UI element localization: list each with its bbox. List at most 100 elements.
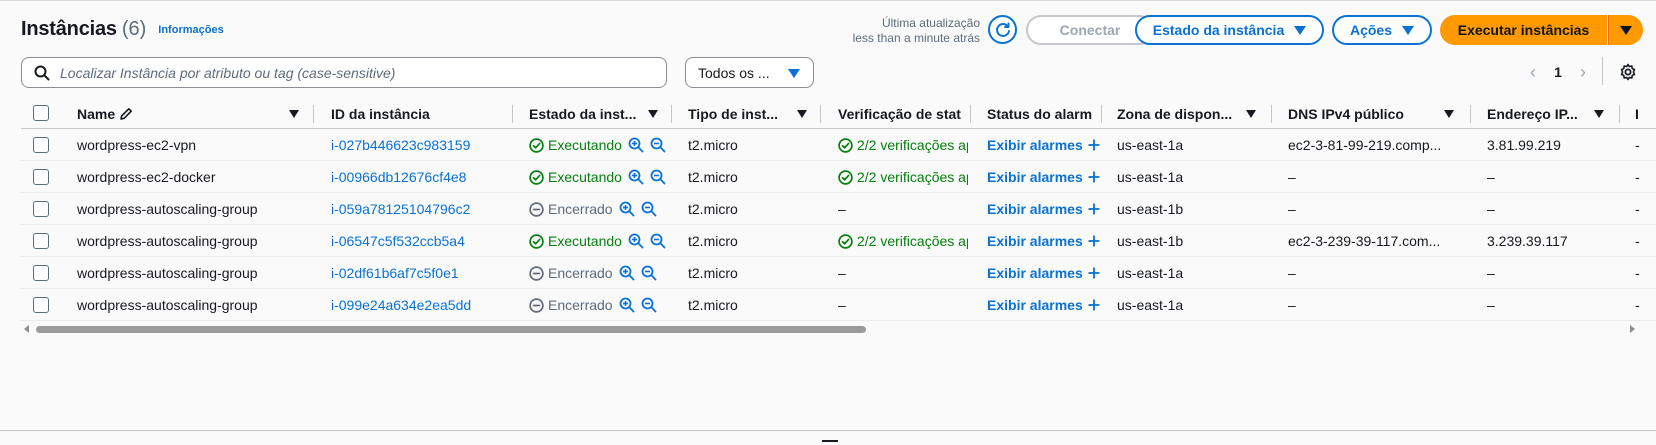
- actions-button[interactable]: Ações: [1332, 15, 1432, 45]
- column-header-alarm[interactable]: Status do alarm: [987, 98, 1107, 129]
- cell-alarm[interactable]: Exibir alarmes: [987, 193, 1112, 225]
- sort-caret-icon[interactable]: [1594, 110, 1604, 118]
- column-header-extra[interactable]: I: [1635, 98, 1647, 129]
- zoom-out-icon[interactable]: [650, 233, 666, 249]
- cell-alarm[interactable]: Exibir alarmes: [987, 225, 1112, 257]
- cell-instance-id[interactable]: i-059a78125104796c2: [331, 193, 506, 225]
- zoom-in-icon[interactable]: [619, 297, 635, 313]
- column-header-id[interactable]: ID da instância: [331, 98, 501, 129]
- refresh-button[interactable]: [988, 15, 1017, 44]
- row-checkbox[interactable]: [33, 233, 49, 249]
- status-check-icon: [838, 169, 853, 185]
- cell-extra: -: [1635, 169, 1640, 185]
- status-stopped-icon: [529, 265, 544, 281]
- column-header-ip[interactable]: Endereço IP...: [1487, 98, 1587, 129]
- column-header-status-check[interactable]: Verificação de stat: [838, 98, 968, 129]
- zoom-in-icon[interactable]: [619, 201, 635, 217]
- cell-instance-id[interactable]: i-099e24a634e2ea5dd: [331, 289, 506, 321]
- cell-instance-id[interactable]: i-02df61b6af7c5f0e1: [331, 257, 506, 289]
- view-alarms-link[interactable]: Exibir alarmes: [987, 169, 1083, 185]
- sort-caret-icon[interactable]: [289, 110, 299, 118]
- zoom-in-icon[interactable]: [628, 233, 644, 249]
- zoom-in-icon[interactable]: [628, 137, 644, 153]
- row-checkbox[interactable]: [33, 169, 49, 185]
- row-checkbox[interactable]: [33, 297, 49, 313]
- state-filter-select[interactable]: Todos os ...: [685, 57, 814, 88]
- pencil-icon: [120, 107, 133, 120]
- resize-handle[interactable]: [822, 440, 838, 442]
- zoom-out-icon[interactable]: [650, 169, 666, 185]
- column-header-type[interactable]: Tipo de inst...: [688, 98, 803, 129]
- row-checkbox[interactable]: [33, 265, 49, 281]
- column-divider[interactable]: [1470, 105, 1471, 123]
- plus-icon[interactable]: [1088, 139, 1100, 151]
- current-page[interactable]: 1: [1546, 64, 1570, 80]
- scroll-left-icon[interactable]: [24, 325, 29, 333]
- plus-icon[interactable]: [1088, 203, 1100, 215]
- column-header-dns[interactable]: DNS IPv4 público: [1288, 98, 1448, 129]
- table-row[interactable]: wordpress-ec2-vpn i-027b446623c983159 Exec…: [21, 129, 1656, 161]
- column-divider[interactable]: [512, 105, 513, 123]
- previous-page-icon[interactable]: ‹: [1520, 59, 1546, 85]
- preferences-button[interactable]: [1615, 59, 1641, 85]
- column-divider[interactable]: [1619, 105, 1620, 123]
- zoom-out-icon[interactable]: [641, 265, 657, 281]
- table-row[interactable]: wordpress-autoscaling-group i-06547c5f532…: [21, 225, 1656, 257]
- cell-ip: 3.239.39.117: [1487, 233, 1568, 249]
- column-divider[interactable]: [970, 105, 971, 123]
- cell-alarm[interactable]: Exibir alarmes: [987, 257, 1112, 289]
- cell-alarm[interactable]: Exibir alarmes: [987, 129, 1112, 161]
- sort-caret-icon[interactable]: [1246, 110, 1256, 118]
- zoom-out-icon[interactable]: [641, 297, 657, 313]
- plus-icon[interactable]: [1088, 235, 1100, 247]
- column-divider[interactable]: [1271, 105, 1272, 123]
- sort-caret-icon[interactable]: [648, 110, 658, 118]
- zoom-in-icon[interactable]: [628, 169, 644, 185]
- caret-down-icon: [1402, 25, 1415, 35]
- column-divider[interactable]: [313, 105, 314, 123]
- sort-caret-icon[interactable]: [797, 110, 807, 118]
- plus-icon[interactable]: [1088, 171, 1100, 183]
- table-body: wordpress-ec2-vpn i-027b446623c983159 Exec…: [21, 129, 1656, 321]
- row-checkbox[interactable]: [33, 137, 49, 153]
- table-row[interactable]: wordpress-autoscaling-group i-02df61b6af7…: [21, 257, 1656, 289]
- cell-alarm[interactable]: Exibir alarmes: [987, 161, 1112, 193]
- instance-state-button[interactable]: Estado da instância: [1135, 15, 1324, 45]
- cell-instance-id[interactable]: i-027b446623c983159: [331, 129, 506, 161]
- column-header-zone[interactable]: Zona de dispon...: [1117, 98, 1242, 129]
- search-input[interactable]: [60, 64, 620, 81]
- column-divider[interactable]: [1101, 105, 1102, 123]
- plus-icon[interactable]: [1088, 267, 1100, 279]
- launch-instances-dropdown[interactable]: [1608, 15, 1643, 45]
- scroll-right-icon[interactable]: [1630, 325, 1635, 333]
- cell-dns: –: [1288, 297, 1296, 313]
- launch-instances-button[interactable]: Executar instâncias: [1440, 15, 1607, 45]
- view-alarms-link[interactable]: Exibir alarmes: [987, 233, 1083, 249]
- column-header-name[interactable]: Name: [77, 98, 247, 129]
- zoom-in-icon[interactable]: [619, 265, 635, 281]
- cell-dns: –: [1288, 201, 1296, 217]
- view-alarms-link[interactable]: Exibir alarmes: [987, 137, 1083, 153]
- cell-alarm[interactable]: Exibir alarmes: [987, 289, 1112, 321]
- next-page-icon[interactable]: ›: [1570, 59, 1596, 85]
- view-alarms-link[interactable]: Exibir alarmes: [987, 201, 1083, 217]
- view-alarms-link[interactable]: Exibir alarmes: [987, 265, 1083, 281]
- table-row[interactable]: wordpress-autoscaling-group i-059a7812510…: [21, 193, 1656, 225]
- cell-instance-id[interactable]: i-00966db12676cf4e8: [331, 161, 506, 193]
- table-row[interactable]: wordpress-ec2-docker i-00966db12676cf4e8 E…: [21, 161, 1656, 193]
- table-row[interactable]: wordpress-autoscaling-group i-099e24a634e…: [21, 289, 1656, 321]
- view-alarms-link[interactable]: Exibir alarmes: [987, 297, 1083, 313]
- sort-caret-icon[interactable]: [1444, 110, 1454, 118]
- column-divider[interactable]: [671, 105, 672, 123]
- info-link[interactable]: Informações: [158, 24, 223, 36]
- column-divider[interactable]: [820, 105, 821, 123]
- cell-instance-id[interactable]: i-06547c5f532ccb5a4: [331, 225, 506, 257]
- zoom-out-icon[interactable]: [641, 201, 657, 217]
- scrollbar-thumb[interactable]: [36, 326, 866, 333]
- column-header-state[interactable]: Estado da inst...: [529, 98, 644, 129]
- plus-icon[interactable]: [1088, 299, 1100, 311]
- row-checkbox[interactable]: [33, 201, 49, 217]
- zoom-out-icon[interactable]: [650, 137, 666, 153]
- select-all-checkbox[interactable]: [33, 105, 49, 121]
- cell-state: Executando: [529, 161, 669, 193]
